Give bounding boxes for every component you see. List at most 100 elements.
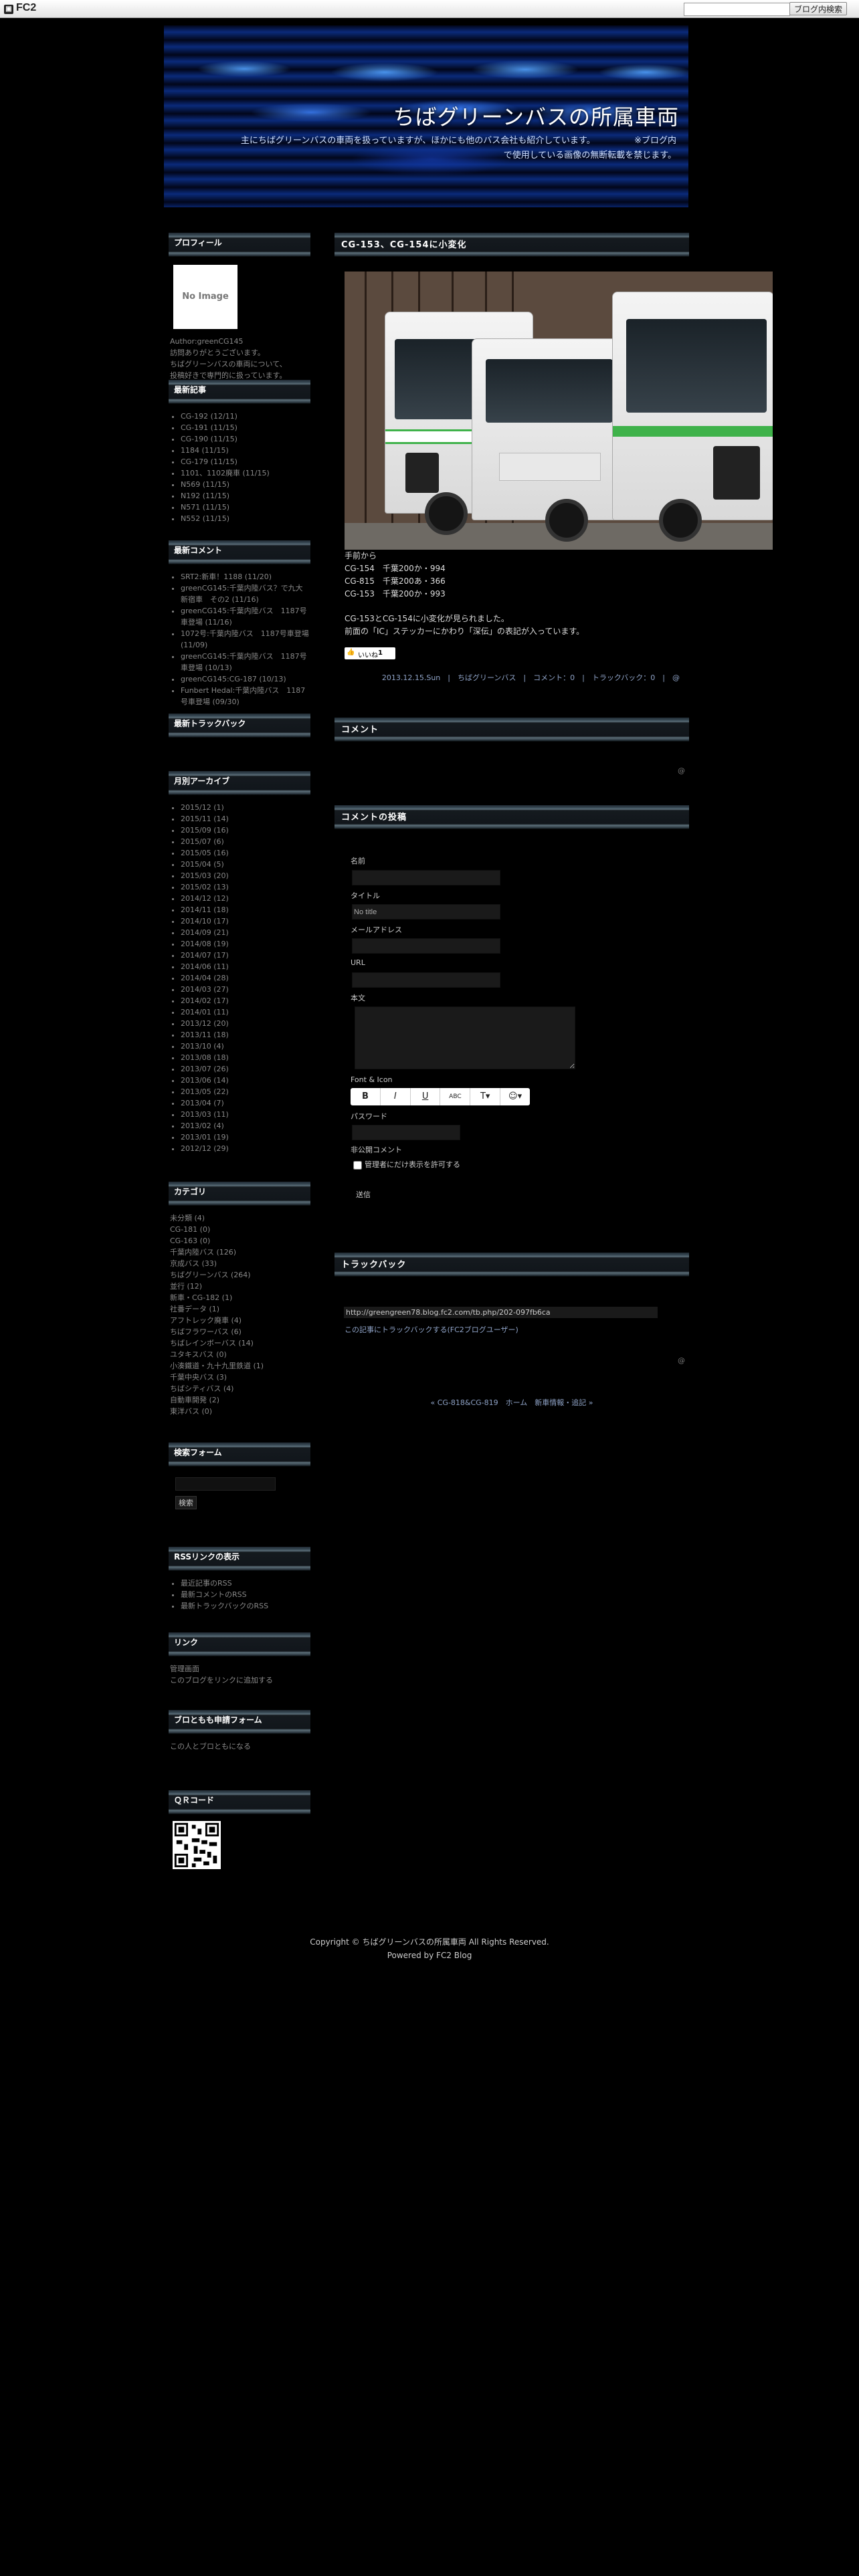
archive-link[interactable]: 2015/04 (5)	[181, 859, 309, 870]
recent-entry-link[interactable]: CG-190 (11/15)	[181, 433, 309, 445]
category-link[interactable]: ちばフラワーバス (6)	[170, 1326, 309, 1337]
recent-entry-link[interactable]: N192 (11/15)	[181, 490, 309, 502]
archive-link[interactable]: 2013/11 (18)	[181, 1029, 309, 1041]
category-link[interactable]: ちばグリーンバス (264)	[170, 1269, 309, 1281]
archive-link[interactable]: 2014/10 (17)	[181, 916, 309, 927]
comments-top-link[interactable]: @	[678, 766, 685, 775]
category-link[interactable]: CG-181 (0)	[170, 1224, 309, 1235]
archive-link[interactable]: 2015/05 (16)	[181, 847, 309, 859]
archive-link[interactable]: 2014/09 (21)	[181, 927, 309, 938]
trackback-link[interactable]: この記事にトラックバックする(FC2ブログユーザー)	[345, 1324, 518, 1335]
category-link[interactable]: アフトレック廃車 (4)	[170, 1315, 309, 1326]
font-size-button[interactable]: T▾	[470, 1088, 501, 1105]
recent-entry-link[interactable]: 1184 (11/15)	[181, 445, 309, 456]
category-link[interactable]: ちばレインボーバス (14)	[170, 1337, 309, 1349]
name-field[interactable]	[352, 870, 500, 885]
italic-button[interactable]: I	[381, 1088, 411, 1105]
archive-link[interactable]: 2015/11 (14)	[181, 813, 309, 825]
recent-entry-link[interactable]: CG-191 (11/15)	[181, 422, 309, 433]
archive-link[interactable]: 2013/07 (26)	[181, 1063, 309, 1075]
archive-link[interactable]: 2015/12 (1)	[181, 802, 309, 813]
recent-comment-link[interactable]: greenCG145:千葉内陸バス？で九大新宿車 その2 (11/16)	[181, 582, 309, 605]
category-link[interactable]: 新車・CG-182 (1)	[170, 1292, 309, 1303]
category-link[interactable]: 千葉内陸バス (126)	[170, 1247, 309, 1258]
url-field[interactable]	[352, 972, 500, 988]
link-item[interactable]: このブログをリンクに追加する	[170, 1675, 309, 1686]
archive-link[interactable]: 2014/03 (27)	[181, 984, 309, 995]
archive-link[interactable]: 2013/02 (4)	[181, 1120, 309, 1132]
recent-comment-link[interactable]: SRT2:新車！1188 (11/20)	[181, 571, 309, 582]
underline-button[interactable]: U	[411, 1088, 441, 1105]
archive-link[interactable]: 2013/04 (7)	[181, 1097, 309, 1109]
recent-comment-link[interactable]: greenCG145:千葉内陸バス 1187号車登場 (11/16)	[181, 605, 309, 628]
rss-link[interactable]: 最近記事のRSS	[181, 1578, 309, 1589]
title-field[interactable]	[352, 904, 500, 920]
archive-link[interactable]: 2014/11 (18)	[181, 904, 309, 916]
comment-body-field[interactable]	[355, 1006, 575, 1069]
archive-link[interactable]: 2014/01 (11)	[181, 1006, 309, 1018]
category-link[interactable]: 千葉中央バス (3)	[170, 1372, 309, 1383]
category-link[interactable]: 京成バス (33)	[170, 1258, 309, 1269]
sidebar-search-input[interactable]	[175, 1477, 276, 1491]
trackback-top-link[interactable]: @	[678, 1356, 685, 1365]
archive-link[interactable]: 2014/08 (19)	[181, 938, 309, 950]
category-link[interactable]: 小湊鐵道・九十九里鉄道 (1)	[170, 1360, 309, 1372]
category-link[interactable]: ユタキスバス (0)	[170, 1349, 309, 1360]
fc2-logo[interactable]: ▣ FC2	[4, 2, 36, 14]
archive-link[interactable]: 2015/07 (6)	[181, 836, 309, 847]
password-field[interactable]	[352, 1125, 460, 1140]
blog-search-button[interactable]: ブログ内検索	[789, 2, 848, 15]
category-link[interactable]: ちばシティバス (4)	[170, 1383, 309, 1394]
secret-checkbox[interactable]	[353, 1160, 362, 1170]
recent-entry-link[interactable]: N569 (11/15)	[181, 479, 309, 490]
recent-comment-link[interactable]: greenCG145:CG-187 (10/13)	[181, 673, 309, 685]
archive-link[interactable]: 2013/05 (22)	[181, 1086, 309, 1097]
recent-entry-link[interactable]: N571 (11/15)	[181, 502, 309, 513]
category-link[interactable]: 並行 (12)	[170, 1281, 309, 1292]
archive-link[interactable]: 2014/12 (12)	[181, 893, 309, 904]
category-link[interactable]: 自動車開発 (2)	[170, 1394, 309, 1406]
category-link[interactable]: CG-163 (0)	[170, 1235, 309, 1247]
bold-button[interactable]: B	[351, 1088, 381, 1105]
recent-comment-link[interactable]: 1072号:千葉内陸バス 1187号車登場 (11/09)	[181, 628, 309, 651]
pager[interactable]: « CG-818&CG-819 ホーム 新車情報・追記 »	[335, 1397, 689, 1408]
recent-entry-link[interactable]: 1101、1102廃車 (11/15)	[181, 467, 309, 479]
blog-search-input[interactable]	[684, 3, 790, 16]
archive-link[interactable]: 2013/12 (20)	[181, 1018, 309, 1029]
archive-link[interactable]: 2015/02 (13)	[181, 881, 309, 893]
trackback-url[interactable]: http://greengreen78.blog.fc2.com/tb.php/…	[344, 1307, 658, 1318]
sidebar-search-button[interactable]: 検索	[175, 1496, 197, 1509]
archive-link[interactable]: 2013/03 (11)	[181, 1109, 309, 1120]
rss-link[interactable]: 最新トラックバックのRSS	[181, 1600, 309, 1612]
emoji-button[interactable]: ☺▾	[500, 1088, 530, 1105]
archive-link[interactable]: 2013/01 (19)	[181, 1132, 309, 1143]
recent-comment-link[interactable]: greenCG145:千葉内陸バス 1187号車登場 (10/13)	[181, 651, 309, 673]
submit-button[interactable]: 送信	[352, 1188, 375, 1200]
recent-comment-link[interactable]: Funbert Hedal:千葉内陸バス 1187号車登場 (09/30)	[181, 685, 309, 708]
post-meta[interactable]: 2013.12.15.Sun | ちばグリーンバス | コメント：0 | トラッ…	[335, 672, 680, 683]
site-title[interactable]: ちばグリーンバスの所属車両	[393, 100, 679, 131]
archive-link[interactable]: 2013/10 (4)	[181, 1041, 309, 1052]
like-button[interactable]: 👍 いいね 1	[345, 647, 395, 659]
archive-link[interactable]: 2014/06 (11)	[181, 961, 309, 972]
recent-entry-link[interactable]: N552 (11/15)	[181, 513, 309, 524]
category-link[interactable]: 未分類 (4)	[170, 1212, 309, 1224]
archive-link[interactable]: 2015/09 (16)	[181, 825, 309, 836]
category-link[interactable]: 社番データ (1)	[170, 1303, 309, 1315]
archive-link[interactable]: 2014/04 (28)	[181, 972, 309, 984]
archive-link[interactable]: 2012/12 (29)	[181, 1143, 309, 1154]
archive-link[interactable]: 2013/08 (18)	[181, 1052, 309, 1063]
recent-entry-link[interactable]: CG-192 (12/11)	[181, 411, 309, 422]
recent-entry-link[interactable]: CG-179 (11/15)	[181, 456, 309, 467]
email-field[interactable]	[352, 938, 500, 954]
archive-link[interactable]: 2014/07 (17)	[181, 950, 309, 961]
post-title[interactable]: CG-153、CG-154に小変化	[341, 237, 467, 250]
archive-link[interactable]: 2014/02 (17)	[181, 995, 309, 1006]
category-link[interactable]: 東洋バス (0)	[170, 1406, 309, 1417]
friend-request-link[interactable]: この人とブロともになる	[170, 1742, 251, 1751]
archive-link[interactable]: 2013/06 (14)	[181, 1075, 309, 1086]
archive-link[interactable]: 2015/03 (20)	[181, 870, 309, 881]
link-item[interactable]: 管理画面	[170, 1663, 309, 1675]
rss-link[interactable]: 最新コメントのRSS	[181, 1589, 309, 1600]
strike-button[interactable]: ABC	[440, 1088, 471, 1105]
